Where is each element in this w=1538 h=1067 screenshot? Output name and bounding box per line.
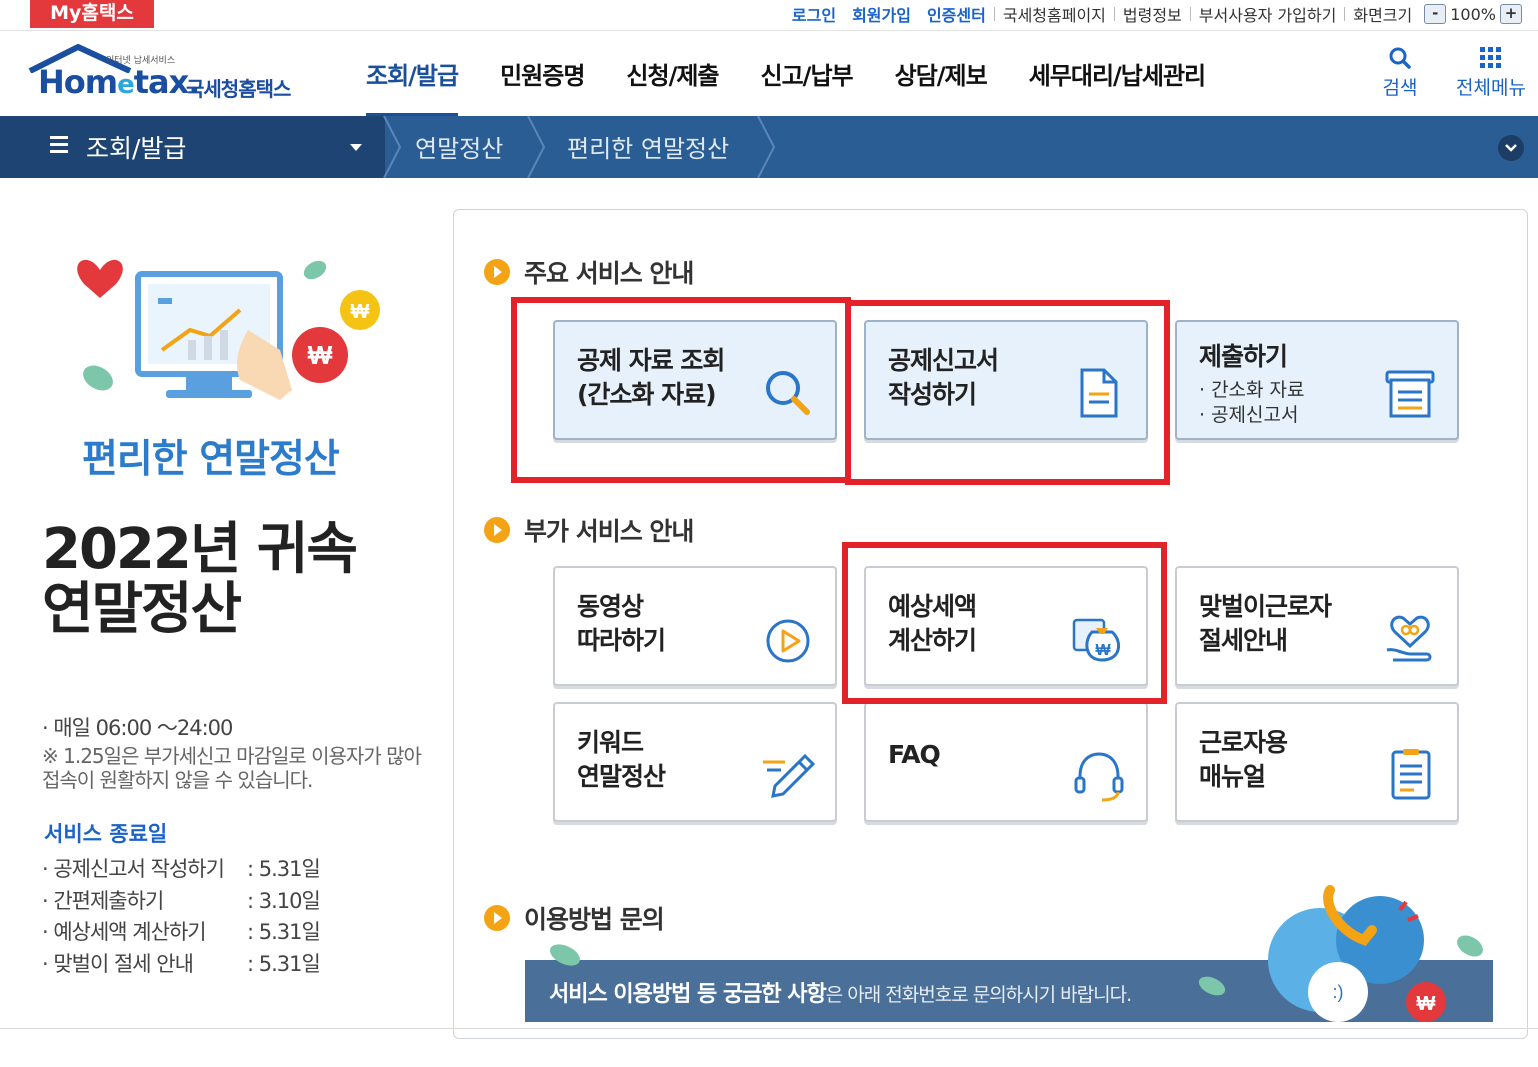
heart-hand-icon [1386,615,1432,662]
nav-tax-agent[interactable]: 세무대리/납세관리 [1008,31,1226,117]
all-menu-label: 전체메뉴 [1456,77,1526,99]
bullet-play-icon [484,905,510,931]
promo-title: 편리한 연말정산 [82,437,340,482]
leaf-decoration [1198,976,1226,996]
nav-civil-certificate[interactable]: 민원증명 [479,31,605,117]
list-item: · 맞벌이 절세 안내: 5.31일 [42,951,321,976]
main-nav: 조회/발급 민원증명 신청/제출 신고/납부 상담/제보 세무대리/납세관리 [345,31,1226,117]
svg-text:₩: ₩ [1417,993,1436,1015]
dept-user-signup-link[interactable]: 부서사용자 가입하기 [1191,2,1345,26]
video-guide-card[interactable]: 동영상 따라하기 [553,566,837,686]
all-menu-button[interactable]: 전체메뉴 [1448,43,1534,100]
promo-year-heading: 2022년 귀속 연말정산 [42,517,358,642]
manual-icon [1391,749,1431,800]
logo-wordmark: Hometax. [38,63,200,101]
submit-tray-icon [1385,370,1435,418]
breadcrumb-item-convenient-yearend[interactable]: 편리한 연말정산 [567,129,729,164]
breadcrumb-expand-button[interactable] [1498,135,1524,161]
mytax-button[interactable]: My홈택스 [30,0,154,28]
nts-homepage-link[interactable]: 국세청홈페이지 [995,2,1114,26]
leaf-decoration [550,944,580,966]
search-label: 검색 [1382,77,1418,99]
highlight-box-deduction-form [845,300,1170,485]
search-icon [1378,43,1422,73]
screen-size-label: 화면크기 [1353,6,1413,25]
utility-links: 로그인 회원가입 인증센터 국세청홈페이지 법령정보 부서사용자 가입하기 화면… [784,2,1526,26]
service-hours: · 매일 06:00 ～24:00 [42,716,233,740]
play-icon [766,619,810,663]
nav-report-pay[interactable]: 신고/납부 [740,31,874,117]
logo-korean: 국세청홈택스 [186,77,291,101]
service-end-title: 서비스 종료일 [44,822,168,846]
cert-center-link[interactable]: 인증센터 [919,2,994,26]
nav-consult-report[interactable]: 상담/제보 [874,31,1008,117]
signup-link[interactable]: 회원가입 [844,2,919,26]
keyword-yearend-card[interactable]: 키워드 연말정산 [553,702,837,822]
site-header: 인터넷 납세서비스 Hometax. 국세청홈택스 조회/발급 민원증명 신청/… [0,30,1538,117]
svg-text:₩: ₩ [308,340,333,370]
inquiry-heading: 이용방법 문의 [484,900,665,936]
highlight-box-deduction-inquiry [511,297,851,483]
main-services-heading: 주요 서비스 안내 [484,254,694,290]
zoom-out-button[interactable]: - [1424,4,1447,24]
bullet-play-icon [484,517,510,543]
service-end-list: · 공제신고서 작성하기: 5.31일 · 간편제출하기: 3.10일 · 예상… [42,853,321,979]
list-item: · 간편제출하기: 3.10일 [42,888,321,913]
grid-menu-icon [1448,43,1534,73]
faq-card[interactable]: FAQ [864,702,1148,822]
list-item: · 예상세액 계산하기: 5.31일 [42,920,321,944]
hamburger-icon [50,136,68,157]
list-item: · 공제신고서 작성하기: 5.31일 [42,857,321,881]
pencil-icon [763,753,816,798]
hometax-logo[interactable]: 인터넷 납세서비스 Hometax. 국세청홈택스 [26,43,316,103]
nav-apply-submit[interactable]: 신청/제출 [605,31,739,117]
yearend-illustration: ₩ ₩ [77,259,380,400]
congestion-notice: ※ 1.25일은 부가세신고 마감일로 이용자가 많아 접속이 원활하지 않을 … [42,744,422,792]
login-link[interactable]: 로그인 [784,2,844,26]
zoom-in-button[interactable]: + [1500,4,1522,24]
breadcrumb: 조회/발급 연말정산 편리한 연말정산 [0,116,1538,178]
header-search-button[interactable]: 검색 [1378,43,1422,100]
breadcrumb-main-label: 조회/발급 [86,134,187,163]
utility-bar: My홈택스 로그인 회원가입 인증센터 국세청홈페이지 법령정보 부서사용자 가… [0,0,1538,30]
breadcrumb-item-yearend[interactable]: 연말정산 [415,129,503,164]
law-info-link[interactable]: 법령정보 [1115,2,1190,26]
extra-services-heading: 부가 서비스 안내 [484,512,694,548]
svg-text:₩: ₩ [351,301,370,323]
worker-manual-card[interactable]: 근로자용 매뉴얼 [1175,702,1459,822]
highlight-box-tax-estimate [842,542,1167,704]
headset-icon [1074,752,1124,802]
phone-heart-illustration: :) ₩ [1268,885,1483,1022]
inquiry-banner-text: 서비스 이용방법 등 궁금한 사항은 아래 전화번호로 문의하시기 바랍니다. [549,982,1132,1007]
nav-inquiry-issue[interactable]: 조회/발급 [345,31,479,117]
chevron-down-icon [1505,144,1517,152]
zoom-level: 100% [1450,4,1496,24]
bullet-play-icon [484,259,510,285]
dual-income-tax-guide-card[interactable]: 맞벌이근로자 절세안내 [1175,566,1459,686]
svg-text::): :) [1333,982,1344,1002]
submit-card[interactable]: 제출하기 · 간소화 자료 · 공제신고서 [1175,320,1459,440]
caret-down-icon [350,144,362,151]
divider [0,1028,1538,1029]
breadcrumb-main-dropdown[interactable]: 조회/발급 [0,116,385,178]
